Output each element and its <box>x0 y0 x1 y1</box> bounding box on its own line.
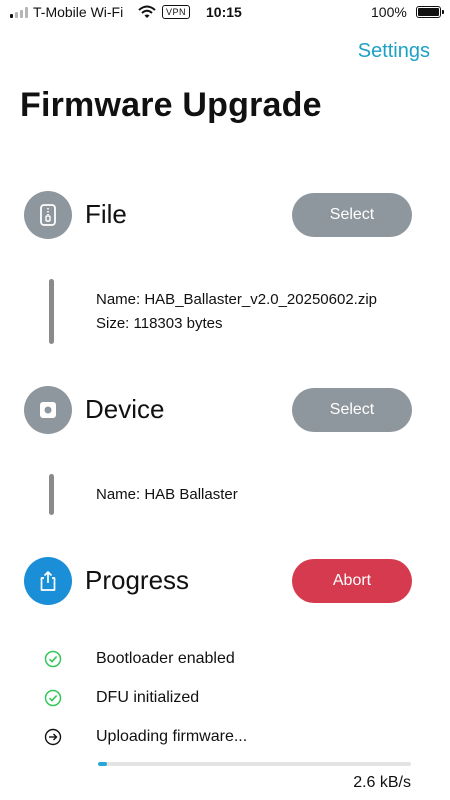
file-section-title: File <box>85 199 127 229</box>
file-size: Size: 118303 bytes <box>96 315 223 332</box>
cellular-signal-icon <box>10 7 28 18</box>
file-details: Name: HAB_Ballaster_v2.0_20250602.zip Si… <box>96 288 377 336</box>
share-upload-icon <box>24 557 72 605</box>
device-section-title: Device <box>85 394 165 424</box>
select-device-button[interactable]: Select <box>292 388 412 432</box>
upload-progress-bar <box>98 762 411 766</box>
step-label: Uploading firmware... <box>96 728 248 745</box>
progress-section-header: Progress Abort <box>24 557 424 605</box>
check-circle-icon <box>44 689 62 707</box>
device-section-divider <box>49 474 54 515</box>
step-dfu-initialized: DFU initialized <box>44 688 424 708</box>
wifi-icon <box>138 5 156 18</box>
device-name: Name: HAB Ballaster <box>96 486 238 503</box>
battery-icon <box>416 6 444 18</box>
zip-file-icon <box>24 191 72 239</box>
upload-speed: 2.6 kB/s <box>353 774 411 791</box>
device-icon <box>24 386 72 434</box>
page-title: Firmware Upgrade <box>20 86 322 124</box>
abort-button[interactable]: Abort <box>292 559 412 603</box>
progress-section-title: Progress <box>85 565 190 595</box>
check-circle-icon <box>44 650 62 668</box>
vpn-badge: VPN <box>162 5 191 19</box>
arrow-right-circle-icon <box>44 728 62 746</box>
step-bootloader-enabled: Bootloader enabled <box>44 649 424 669</box>
step-uploading-firmware: Uploading firmware... <box>44 727 424 747</box>
device-details: Name: HAB Ballaster <box>96 483 238 507</box>
carrier-name: T-Mobile Wi-Fi <box>33 4 124 20</box>
battery-percentage: 100% <box>371 4 407 20</box>
file-section-divider <box>49 279 54 344</box>
upload-progress-fill <box>98 762 108 766</box>
file-name: Name: HAB_Ballaster_v2.0_20250602.zip <box>96 291 378 308</box>
step-label: DFU initialized <box>96 689 200 706</box>
file-section-header: File Select <box>24 191 424 239</box>
status-time: 10:15 <box>206 4 242 20</box>
device-section-header: Device Select <box>24 386 424 434</box>
settings-link[interactable]: Settings <box>358 40 430 63</box>
step-label: Bootloader enabled <box>96 650 235 667</box>
status-bar: T-Mobile Wi-Fi VPN 10:15 100% <box>0 0 450 26</box>
select-file-button[interactable]: Select <box>292 193 412 237</box>
firmware-upgrade-screen: T-Mobile Wi-Fi VPN 10:15 100% Settings F… <box>0 0 450 800</box>
